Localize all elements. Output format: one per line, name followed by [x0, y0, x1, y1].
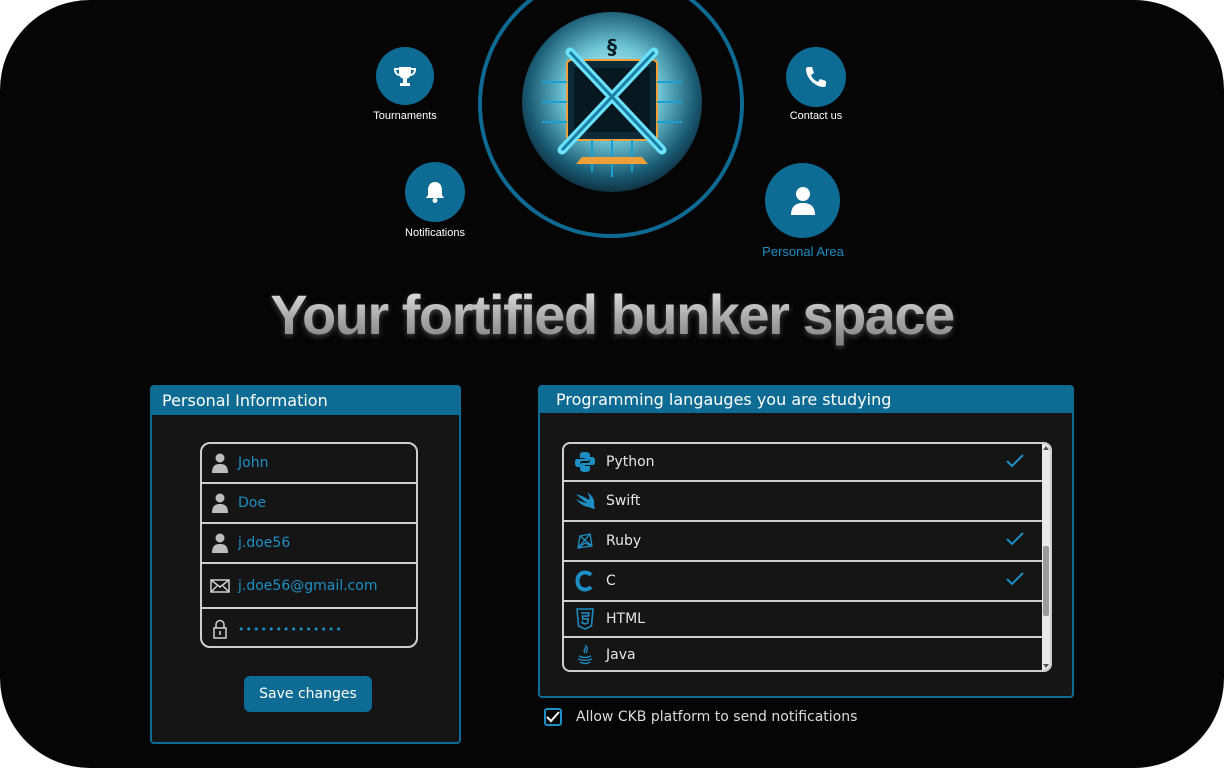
logo-graphic: § — [542, 35, 682, 177]
contact-button[interactable] — [786, 47, 846, 107]
list-item-c[interactable]: C — [564, 562, 1050, 602]
save-changes-button[interactable]: Save changes — [244, 676, 372, 712]
checkmark-icon[interactable] — [1006, 531, 1024, 550]
person-icon — [202, 533, 238, 553]
allow-notifications-option[interactable]: Allow CKB platform to send notifications — [544, 708, 857, 726]
language-name: HTML — [606, 611, 645, 627]
swift-icon — [564, 491, 606, 511]
java-icon — [564, 644, 606, 666]
personal-info-form: John Doe j.doe56 j.doe56@gmail.com •••••… — [200, 442, 418, 648]
ruby-icon — [564, 531, 606, 551]
bell-icon — [426, 182, 444, 203]
password-field[interactable]: •••••••••••••• — [202, 609, 416, 646]
checkmark-icon — [546, 711, 560, 723]
language-name: Swift — [606, 493, 641, 509]
crossed-swords-logo[interactable]: § — [522, 12, 702, 192]
language-name: C — [606, 573, 616, 589]
language-name: Ruby — [606, 533, 642, 549]
list-item-swift[interactable]: Swift — [564, 482, 1050, 522]
scroll-down-arrow-icon[interactable] — [1043, 664, 1049, 668]
first-name-field[interactable]: John — [202, 444, 416, 484]
list-item-ruby[interactable]: Ruby — [564, 522, 1050, 562]
language-name: Java — [606, 647, 636, 663]
envelope-icon — [202, 578, 238, 593]
notifications-label[interactable]: Notifications — [405, 227, 465, 239]
last-name-value[interactable]: Doe — [238, 495, 266, 511]
html5-icon — [564, 608, 606, 630]
phone-icon — [806, 67, 826, 87]
list-item-html[interactable]: HTML — [564, 602, 1050, 638]
tournaments-button[interactable] — [376, 47, 434, 105]
page-title: Your fortified bunker space — [0, 282, 1224, 347]
personal-area-button[interactable] — [765, 163, 840, 238]
person-icon — [202, 493, 238, 513]
username-value[interactable]: j.doe56 — [238, 535, 290, 551]
checkmark-icon[interactable] — [1006, 571, 1024, 590]
user-icon — [790, 186, 815, 215]
password-value[interactable]: •••••••••••••• — [238, 623, 343, 636]
scrollbar-thumb[interactable] — [1043, 546, 1049, 616]
svg-text:§: § — [607, 35, 617, 59]
list-scrollbar[interactable] — [1042, 444, 1050, 670]
email-value[interactable]: j.doe56@gmail.com — [238, 578, 377, 594]
person-icon — [202, 453, 238, 473]
username-field[interactable]: j.doe56 — [202, 524, 416, 564]
personal-info-title: Personal Information — [152, 387, 459, 415]
personal-area-label[interactable]: Personal Area — [762, 244, 844, 259]
languages-panel: Programming langauges you are studying P… — [538, 385, 1074, 698]
app-frame: § Tournaments Notifications Contact us P… — [0, 0, 1224, 768]
languages-list[interactable]: Python Swift Ruby C HTML Java — [562, 442, 1052, 672]
allow-notifications-label: Allow CKB platform to send notifications — [576, 709, 858, 725]
notifications-button[interactable] — [405, 162, 465, 222]
allow-notifications-checkbox[interactable] — [544, 708, 562, 726]
trophy-icon — [393, 67, 417, 86]
c-icon — [564, 570, 606, 592]
tournaments-label[interactable]: Tournaments — [373, 110, 437, 122]
language-name: Python — [606, 454, 655, 470]
list-item-java[interactable]: Java — [564, 638, 1050, 670]
personal-info-panel: Personal Information John Doe j.doe56 j.… — [150, 385, 461, 744]
scroll-up-arrow-icon[interactable] — [1043, 446, 1049, 450]
python-icon — [564, 451, 606, 473]
list-item-python[interactable]: Python — [564, 444, 1050, 482]
first-name-value[interactable]: John — [238, 455, 268, 471]
languages-title: Programming langauges you are studying — [540, 387, 1072, 413]
checkmark-icon[interactable] — [1006, 453, 1024, 472]
lock-icon — [202, 619, 238, 639]
last-name-field[interactable]: Doe — [202, 484, 416, 524]
contact-label[interactable]: Contact us — [790, 110, 843, 122]
email-field[interactable]: j.doe56@gmail.com — [202, 564, 416, 609]
